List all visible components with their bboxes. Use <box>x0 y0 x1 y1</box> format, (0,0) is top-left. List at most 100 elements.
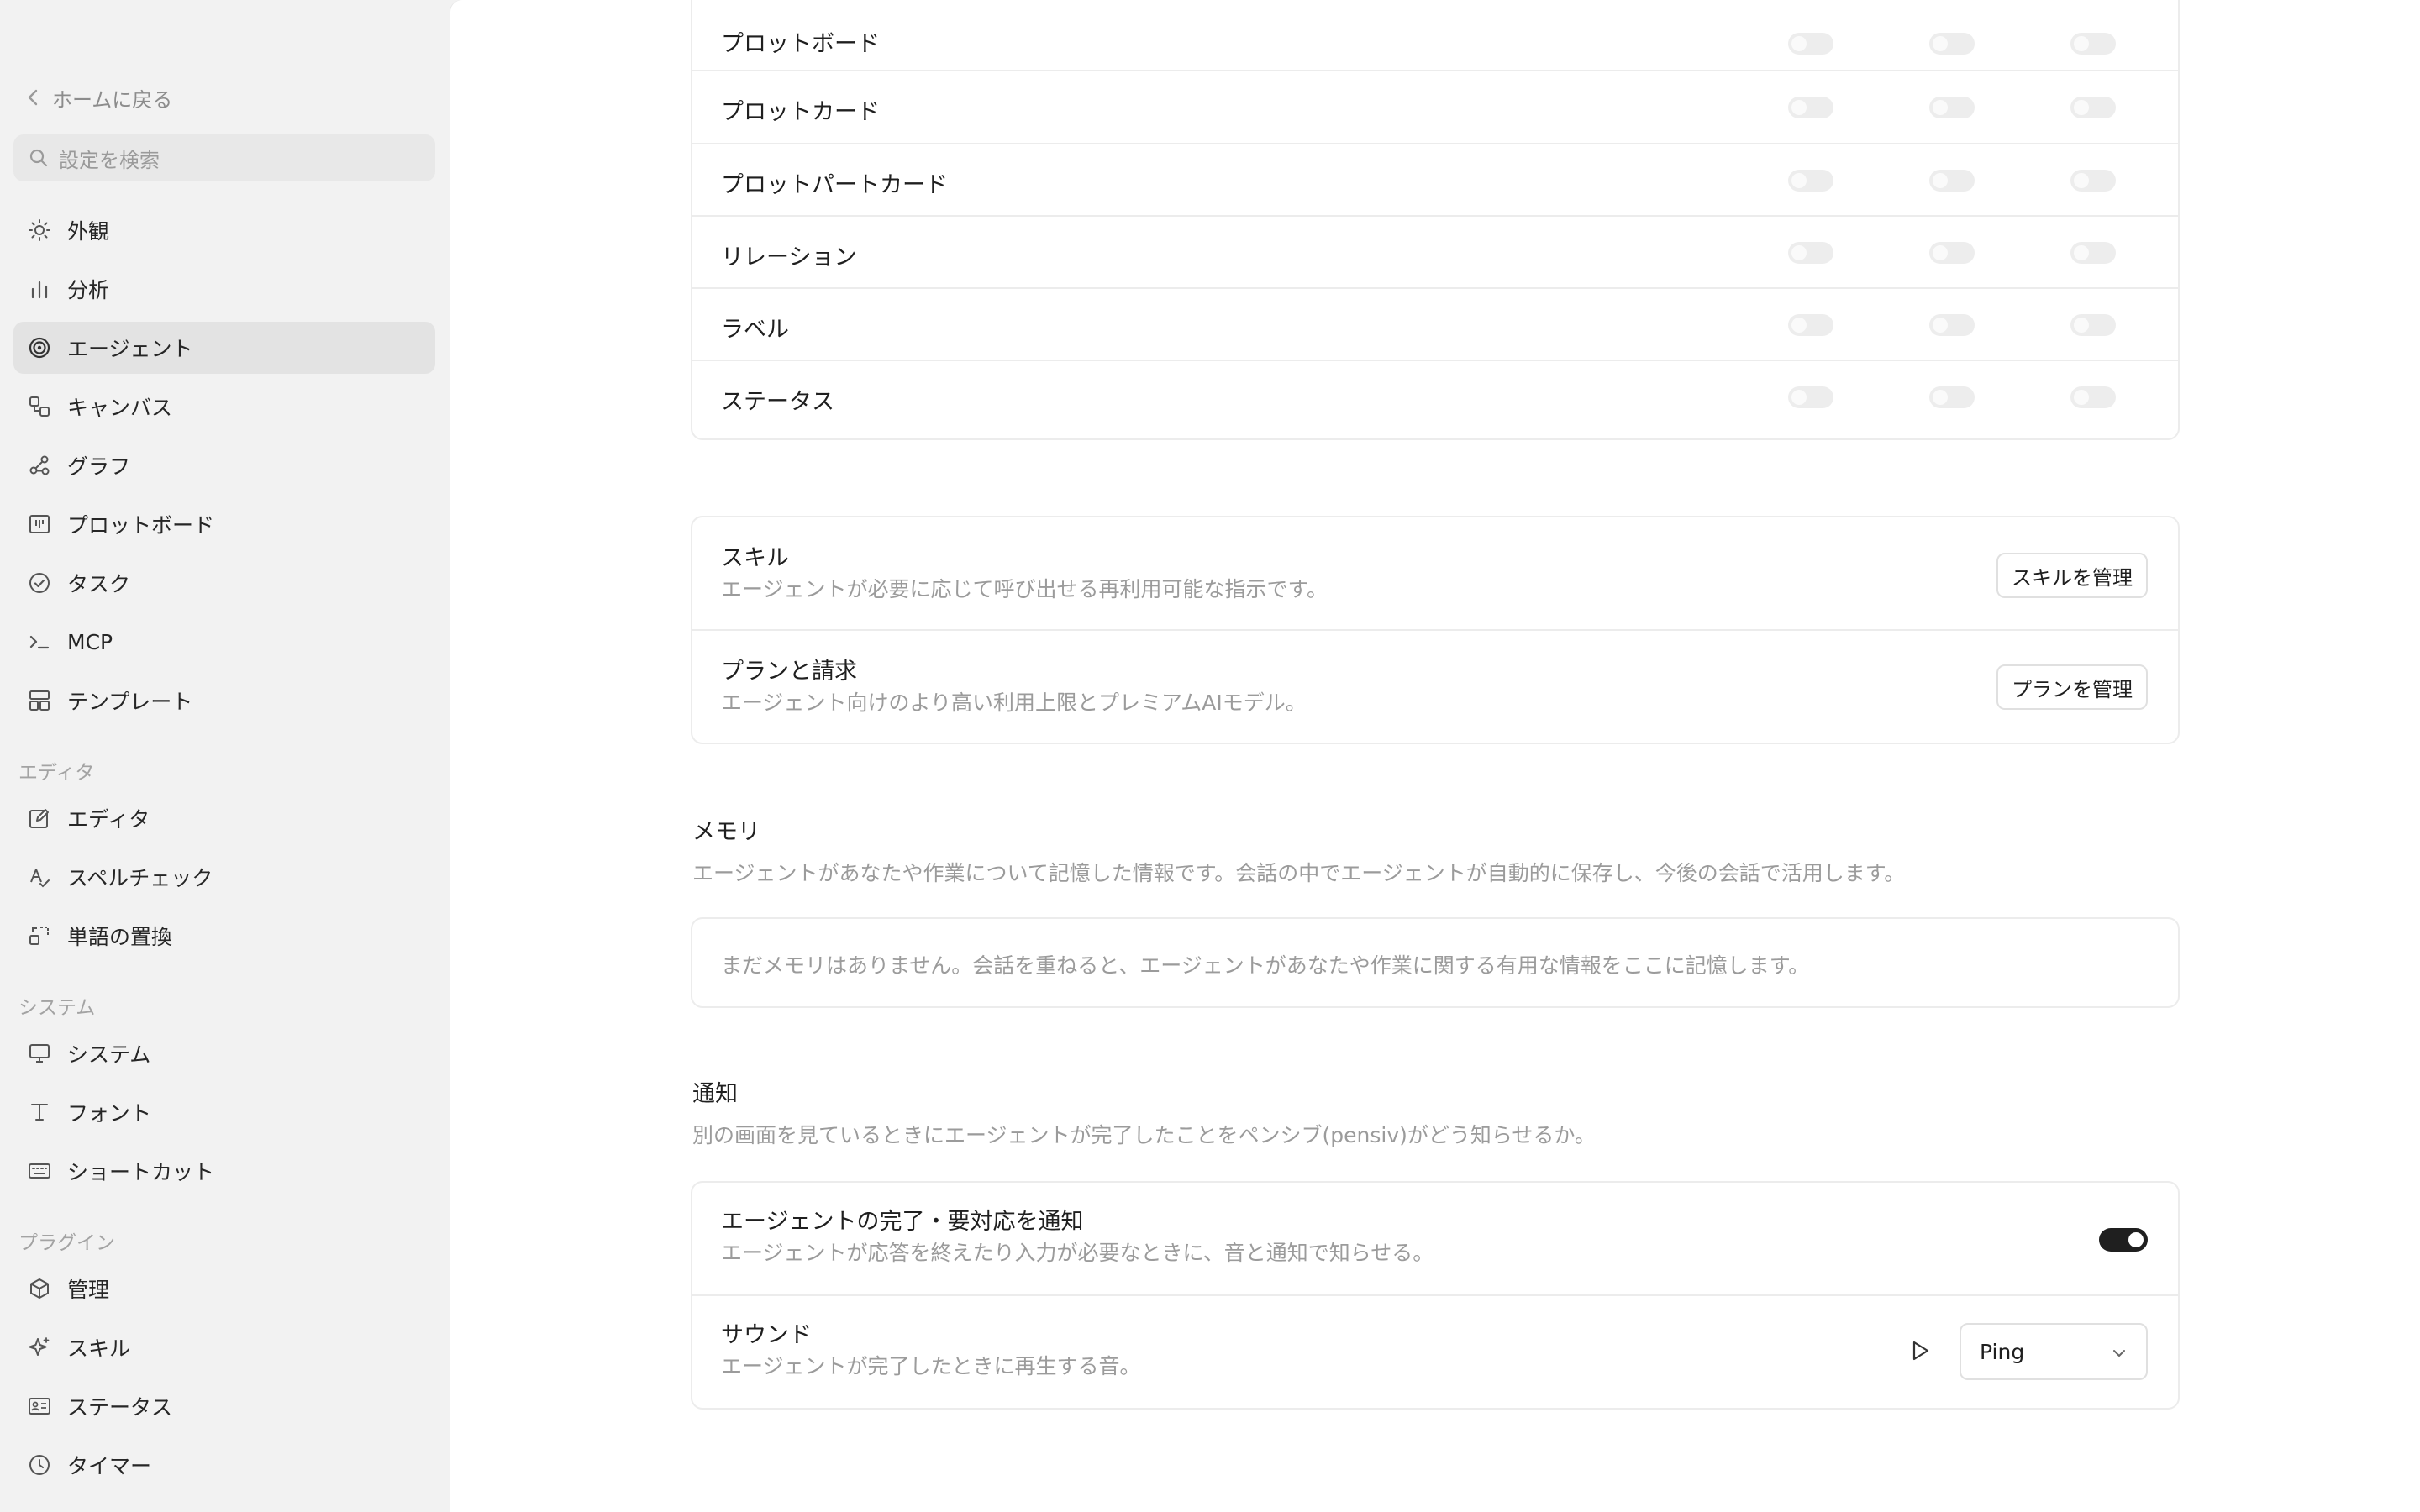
permission-toggle-read[interactable] <box>1788 33 1833 55</box>
sound-row: サウンド エージェントが完了したときに再生する音。 Ping <box>692 1296 2178 1408</box>
check-circle-icon <box>27 570 52 596</box>
permission-toggle-write[interactable] <box>1929 242 1975 264</box>
sidebar-item-canvas[interactable]: キャンバス <box>13 381 435 433</box>
permission-toggle-read[interactable] <box>1788 386 1833 408</box>
permission-toggle-write[interactable] <box>1929 33 1975 55</box>
sidebar-item-timer[interactable]: タイマー <box>13 1439 435 1491</box>
sidebar-item-spellcheck[interactable]: スペルチェック <box>13 851 435 903</box>
settings-search-input[interactable]: 設定を検索 <box>13 134 435 181</box>
sidebar-item-tasks[interactable]: タスク <box>13 557 435 609</box>
sound-title: サウンド <box>721 1322 812 1348</box>
id-card-icon <box>27 1394 52 1419</box>
sound-select[interactable]: Ping <box>1960 1323 2148 1380</box>
permission-label: プロットボード <box>721 31 880 57</box>
terminal-icon <box>27 629 52 654</box>
search-placeholder: 設定を検索 <box>59 148 160 172</box>
memory-section-description: エージェントがあなたや作業について記憶した情報です。会話の中でエージェントが自動… <box>692 861 1906 885</box>
plan-row: プランと請求 エージェント向けのより高い利用上限とプレミアムAIモデル。 プラン… <box>692 631 2178 743</box>
sidebar-item-system[interactable]: システム <box>13 1027 435 1079</box>
sidebar-item-appearance[interactable]: 外観 <box>13 204 435 256</box>
sidebar-item-graph[interactable]: グラフ <box>13 439 435 491</box>
permission-toggle-write[interactable] <box>1929 314 1975 336</box>
sidebar-item-label: グラフ <box>67 454 131 479</box>
permissions-card: プロットボード プロットカード プロットパートカード リレーション ラベル ステ… <box>691 0 2180 440</box>
sidebar-item-label: 管理 <box>67 1278 110 1302</box>
sidebar-item-label: スキル <box>67 1336 131 1361</box>
sidebar-item-label: システム <box>67 1042 151 1067</box>
permission-row: リレーション <box>692 217 2178 289</box>
permission-label: プロットパートカード <box>721 172 948 198</box>
permission-toggle-read[interactable] <box>1788 170 1833 192</box>
sidebar-item-shortcuts[interactable]: ショートカット <box>13 1145 435 1197</box>
permission-toggle-write[interactable] <box>1929 170 1975 192</box>
search-icon <box>29 149 48 167</box>
notifications-card: エージェントの完了・要対応を通知 エージェントが応答を終えたり入力が必要なときに… <box>691 1181 2180 1410</box>
board-icon <box>27 512 52 537</box>
permission-toggle-delete[interactable] <box>2070 242 2116 264</box>
permission-toggle-delete[interactable] <box>2070 314 2116 336</box>
permission-row: プロットパートカード <box>692 144 2178 217</box>
permission-label: ラベル <box>721 317 789 343</box>
permission-toggle-write[interactable] <box>1929 386 1975 408</box>
memory-empty-card: まだメモリはありません。会話を重ねると、エージェントがあなたや作業に関する有用な… <box>691 917 2180 1008</box>
permission-toggle-read[interactable] <box>1788 242 1833 264</box>
sidebar-item-plotboard[interactable]: プロットボード <box>13 498 435 550</box>
sidebar-item-label: エージェント <box>67 337 193 361</box>
sidebar-item-label: キャンバス <box>67 396 173 420</box>
sun-icon <box>27 218 52 243</box>
plan-title: プランと請求 <box>721 659 857 685</box>
chevron-down-icon <box>2113 1350 2125 1357</box>
sidebar: ホームに戻る 設定を検索 外観 分析 エージェント キャンバス グラフ プロット… <box>0 0 450 1512</box>
font-icon <box>27 1100 52 1125</box>
sidebar-item-manage[interactable]: 管理 <box>13 1263 435 1315</box>
sidebar-item-label: タイマー <box>67 1454 152 1478</box>
skills-description: エージェントが必要に応じて呼び出せる再利用可能な指示です。 <box>721 577 1328 601</box>
sidebar-item-label: 外観 <box>67 219 110 244</box>
sidebar-item-label: フォント <box>67 1101 152 1126</box>
skills-title: スキル <box>721 545 789 571</box>
skills-plan-card: スキル エージェントが必要に応じて呼び出せる再利用可能な指示です。 スキルを管理… <box>691 516 2180 744</box>
sidebar-item-word-replace[interactable]: 単語の置換 <box>13 910 435 962</box>
sidebar-item-label: MCP <box>67 629 113 654</box>
sidebar-item-analytics[interactable]: 分析 <box>13 263 435 315</box>
permission-row: ステータス <box>692 361 2178 433</box>
notify-row: エージェントの完了・要対応を通知 エージェントが応答を終えたり入力が必要なときに… <box>692 1183 2178 1296</box>
sidebar-item-label: エディタ <box>67 807 150 832</box>
permission-label: プロットカード <box>721 99 880 125</box>
graph-icon <box>27 453 52 478</box>
skills-row: スキル エージェントが必要に応じて呼び出せる再利用可能な指示です。 スキルを管理 <box>692 517 2178 631</box>
sidebar-item-mcp[interactable]: MCP <box>13 616 435 668</box>
permission-toggle-delete[interactable] <box>2070 386 2116 408</box>
sidebar-item-label: 単語の置換 <box>67 925 173 949</box>
permission-toggle-read[interactable] <box>1788 97 1833 118</box>
play-sound-button[interactable] <box>1907 1338 1933 1363</box>
template-icon <box>27 688 52 713</box>
notify-description: エージェントが応答を終えたり入力が必要なときに、音と通知で知らせる。 <box>721 1241 1434 1265</box>
manage-plan-button[interactable]: プランを管理 <box>1996 664 2148 710</box>
permission-toggle-delete[interactable] <box>2070 170 2116 192</box>
notifications-section-title: 通知 <box>692 1081 738 1107</box>
sound-select-value: Ping <box>1980 1339 2025 1364</box>
sidebar-item-status[interactable]: ステータス <box>13 1380 435 1432</box>
permission-toggle-read[interactable] <box>1788 314 1833 336</box>
notify-title: エージェントの完了・要対応を通知 <box>721 1209 1084 1235</box>
permission-toggle-write[interactable] <box>1929 97 1975 118</box>
permission-toggle-delete[interactable] <box>2070 97 2116 118</box>
sidebar-item-label: ステータス <box>67 1395 173 1420</box>
sidebar-item-editor[interactable]: エディタ <box>13 792 435 844</box>
sidebar-item-skills[interactable]: スキル <box>13 1321 435 1373</box>
permission-label: ステータス <box>721 389 834 415</box>
manage-skills-button[interactable]: スキルを管理 <box>1996 553 2148 598</box>
notify-toggle[interactable] <box>2099 1228 2148 1252</box>
sparkle-icon <box>27 1335 52 1360</box>
back-to-home-link[interactable]: ホームに戻る <box>27 84 173 112</box>
sidebar-item-font[interactable]: フォント <box>13 1086 435 1138</box>
back-label: ホームに戻る <box>52 87 173 112</box>
play-icon <box>1912 1341 1929 1361</box>
permission-row: プロットボード <box>692 0 2178 71</box>
sidebar-item-templates[interactable]: テンプレート <box>13 675 435 727</box>
permission-toggle-delete[interactable] <box>2070 33 2116 55</box>
permission-label: リレーション <box>721 244 857 270</box>
section-heading-plugins: プラグイン <box>18 1232 115 1254</box>
sidebar-item-agent[interactable]: エージェント <box>13 322 435 374</box>
